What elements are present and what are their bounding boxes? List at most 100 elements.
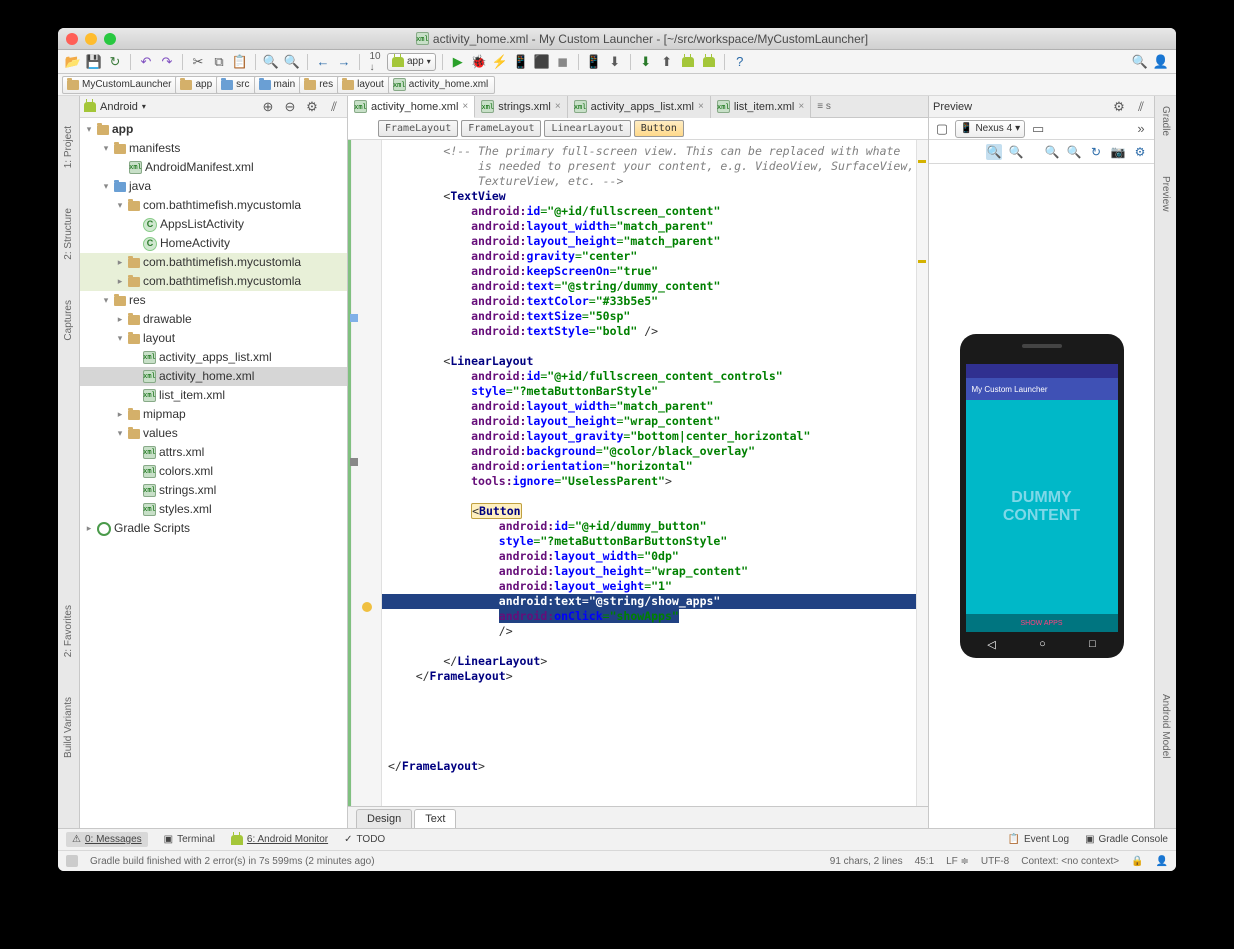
search-icon[interactable]: 🔍 [1131,53,1149,71]
preview-canvas[interactable]: My Custom Launcher DUMMYCONTENT SHOW APP… [929,164,1154,828]
copy-icon[interactable]: ⧉ [210,53,228,71]
zoom-100-icon[interactable]: 🔍 [1008,144,1024,160]
breadcrumb[interactable]: main [254,76,303,94]
zoom-out-icon[interactable]: 🔍 [1066,144,1082,160]
hide-icon[interactable]: ⫽ [325,98,343,116]
text-tab[interactable]: Text [414,809,456,828]
inspector-icon[interactable]: 👤 [1156,856,1168,867]
captures-tool-button[interactable]: Captures [63,300,74,341]
run-icon[interactable]: ▶ [449,53,467,71]
profiler-icon[interactable]: ⚡ [491,53,509,71]
redo-icon[interactable]: ↷ [158,53,176,71]
breadcrumb[interactable]: layout [337,76,391,94]
tab-activity-home[interactable]: xmlactivity_home.xml× [348,96,475,118]
zoom-fit-icon[interactable]: 🔍 [986,144,1002,160]
favorites-tool-button[interactable]: 2: Favorites [63,605,74,657]
phone-status-bar [966,364,1118,378]
breadcrumb[interactable]: MyCustomLauncher [62,76,178,94]
breadcrumb[interactable]: res [299,76,340,94]
terminal-tool-button[interactable]: ▣ Terminal [164,834,215,845]
sync-icon[interactable]: ↻ [106,53,124,71]
close-icon[interactable]: × [698,101,704,112]
zoom-in-icon[interactable]: 🔍 [1044,144,1060,160]
undo-icon[interactable]: ↶ [137,53,155,71]
orientation-icon[interactable]: ▭ [1029,120,1047,138]
run-config-select[interactable]: app ▾ [387,53,436,71]
todo-tool-button[interactable]: ✓ TODO [344,834,385,845]
find-icon[interactable]: 🔍 [262,53,280,71]
tree-item-selected[interactable]: xmlactivity_home.xml [80,367,347,386]
paste-icon[interactable]: 📋 [231,53,249,71]
tab-apps-list[interactable]: xmlactivity_apps_list.xml× [568,96,711,118]
layout-crumb[interactable]: FrameLayout [461,120,541,137]
layout-crumb[interactable]: FrameLayout [378,120,458,137]
replace-icon[interactable]: 🔍 [283,53,301,71]
open-icon[interactable]: 📂 [64,53,82,71]
cut-icon[interactable]: ✂ [189,53,207,71]
lock-icon[interactable]: 🔒 [1131,856,1143,867]
close-icon[interactable]: × [798,101,804,112]
user-icon[interactable]: 👤 [1152,53,1170,71]
gradle-sync-icon[interactable]: ⬇ [637,53,655,71]
forward-icon[interactable]: → [335,53,353,71]
breadcrumb[interactable]: app [175,76,219,94]
structure-tool-button[interactable]: 2: Structure [63,208,74,260]
code-editor[interactable]: <!-- The primary full-screen view. This … [382,140,928,806]
gutter[interactable] [348,140,382,806]
sdk-icon[interactable]: ⬇ [606,53,624,71]
messages-tool-button[interactable]: ⚠ 0: Messages [66,832,148,847]
line-ending[interactable]: LF ≑ [946,856,969,867]
layout-crumb-active[interactable]: Button [634,120,684,137]
close-icon[interactable]: × [462,101,468,112]
back-icon[interactable]: ← [314,53,332,71]
project-view-select[interactable]: Android [100,101,138,113]
gradle-console-tool-button[interactable]: ▣ Gradle Console [1085,834,1168,845]
save-icon[interactable]: 💾 [85,53,103,71]
build-variants-tool-button[interactable]: Build Variants [63,697,74,758]
class-icon: C [143,218,157,232]
project-tree[interactable]: ▾app ▾manifests xmlAndroidManifest.xml ▾… [80,118,347,828]
context-info[interactable]: Context: <no context> [1021,856,1119,867]
more-icon[interactable]: » [1132,120,1150,138]
error-stripe[interactable] [916,140,928,806]
stop2-icon[interactable]: ◼ [554,53,572,71]
screenshot-icon[interactable]: 📷 [1110,144,1126,160]
device-select[interactable]: 📱 Nexus 4 ▾ [955,120,1025,138]
breadcrumb[interactable]: src [216,76,256,94]
more-tabs-button[interactable]: ≡ s [811,101,837,112]
event-log-tool-button[interactable]: 📋 Event Log [1008,834,1070,845]
structure-icon[interactable]: ⬆ [658,53,676,71]
close-icon[interactable]: × [555,101,561,112]
project-tool-button[interactable]: 1: Project [63,126,74,168]
cursor-position[interactable]: 45:1 [915,856,934,867]
android-model-tool-button[interactable]: Android Model [1160,694,1171,758]
help-icon[interactable]: ? [731,53,749,71]
make-icon[interactable]: 10↓ [366,53,384,71]
hide-icon[interactable]: ⫽ [1132,98,1150,116]
stop-icon[interactable]: ⬛ [533,53,551,71]
attach-icon[interactable]: 📱 [512,53,530,71]
settings-icon[interactable]: ⚙ [1132,144,1148,160]
scroll-from-source-icon[interactable]: ⊕ [259,98,277,116]
tab-strings[interactable]: xmlstrings.xml× [475,96,567,118]
refresh-icon[interactable]: ↻ [1088,144,1104,160]
breadcrumb[interactable]: xmlactivity_home.xml [388,76,495,94]
encoding[interactable]: UTF-8 [981,856,1009,867]
collapse-icon[interactable]: ⊖ [281,98,299,116]
android-monitor-tool-button[interactable]: 6: Android Monitor [231,834,328,845]
layout-crumb[interactable]: LinearLayout [544,120,630,137]
debug-icon[interactable]: 🐞 [470,53,488,71]
gradle-tool-button[interactable]: Gradle [1160,106,1171,136]
monitor-icon[interactable] [700,53,718,71]
close-window-button[interactable] [66,33,78,45]
zoom-window-button[interactable] [104,33,116,45]
tab-list-item[interactable]: xmllist_item.xml× [711,96,811,118]
gear-icon[interactable]: ⚙ [303,98,321,116]
gear-icon[interactable]: ⚙ [1110,98,1128,116]
design-tab[interactable]: Design [356,809,412,828]
config-icon[interactable]: ▢ [933,120,951,138]
preview-tool-button[interactable]: Preview [1160,176,1171,212]
avd-icon[interactable]: 📱 [585,53,603,71]
ddms-icon[interactable] [679,53,697,71]
minimize-window-button[interactable] [85,33,97,45]
